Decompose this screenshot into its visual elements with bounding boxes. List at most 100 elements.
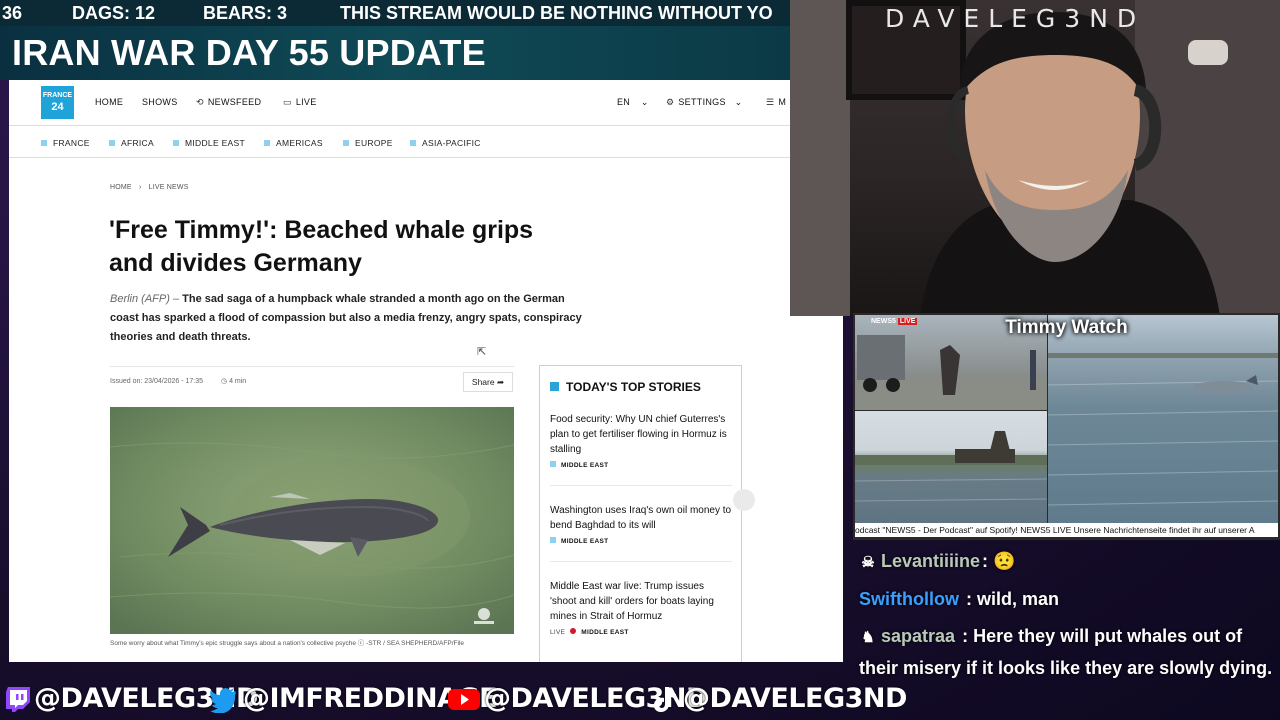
ticker-dags: DAGS: 12 [72,3,156,23]
story-title: Washington uses Iraq's own oil money to … [550,505,732,531]
article-dateline: Berlin (AFP) – [110,293,180,305]
nav-menu[interactable]: ☰ M [766,97,786,108]
share-label: Share [471,377,495,387]
story-item[interactable]: Washington uses Iraq's own oil money to … [550,503,732,545]
badge-icon: ♞ [861,629,875,646]
region-item[interactable]: AFRICA [109,138,154,148]
history-icon: ⟲ [196,97,204,107]
ticker-count: 36 [2,3,23,23]
site-navbar: FRANCE 24 HOME SHOWS ⟲ NEWSFEED ▭ LIVE EN … [9,80,790,126]
tiktok-icon [653,687,676,712]
story-tag: LIVE MIDDLE EAST [550,628,629,636]
nav-settings-label: SETTINGS [678,97,726,107]
nav-live-label: LIVE [295,97,317,107]
hamburger-icon: ☰ [766,97,775,107]
chat-text: 😟 [993,551,1016,571]
language-label: EN [617,97,631,107]
chat-text: wild, man [977,589,1060,609]
read-time-label: 4 min [229,378,247,385]
story-item[interactable]: Food security: Why UN chief Guterres's p… [550,412,732,469]
region-item[interactable]: AMERICAS [264,138,323,148]
divider [110,366,514,367]
browser-window-edge [733,316,843,662]
chevron-right-icon: › [138,184,142,191]
chevron-down-icon: ⌄ [734,97,743,107]
timmy-watch-title: Timmy Watch [1005,317,1128,338]
webcam-feed: DAVELEG3ND [790,0,1280,316]
logo-line1: FRANCE [42,92,73,99]
france24-logo[interactable]: FRANCE 24 [41,86,74,119]
language-select[interactable]: EN ⌄ [617,97,649,108]
chevron-down-icon: ⌄ [640,97,649,107]
nav-live[interactable]: ▭ LIVE [283,97,317,108]
top-stories-heading: TODAY'S TOP STORIES [550,380,701,394]
chat-message: Swifthollow : wild, man [859,584,1277,614]
heading-square [550,382,559,391]
divider [550,485,732,486]
region-item[interactable]: FRANCE [41,138,90,148]
region-item[interactable]: MIDDLE EAST [173,138,245,148]
story-item[interactable]: Middle East war live: Trump issues 'shoo… [550,579,732,636]
twitter-icon [210,688,236,713]
read-time: ◷ 4 min [221,377,246,385]
chat-panel: ☠ Levantiiiine: 😟 Swifthollow : wild, man… [853,540,1280,720]
news-ticker: odcast "NEWS5 - Der Podcast" auf Spotify… [855,523,1278,537]
breadcrumb-section[interactable]: LIVE NEWS [149,184,189,191]
tv-icon: ▭ [283,97,292,107]
region-nav: FRANCE AFRICA MIDDLE EAST AMERICAS EUROP… [9,126,790,158]
nav-settings[interactable]: ⚙ SETTINGS ⌄ [666,97,742,108]
breadcrumb-home[interactable]: HOME [110,184,132,191]
chat-username[interactable]: sapatraa [881,626,955,646]
gear-icon: ⚙ [666,97,675,107]
camera-view-sea [1047,315,1279,523]
nav-menu-label: M [778,97,787,107]
article-lede-text: The sad saga of a humpback whale strande… [110,293,582,343]
story-tag: MIDDLE EAST [550,461,732,469]
nav-newsfeed[interactable]: ⟲ NEWSFEED [196,97,261,108]
breadcrumb: HOME › LIVE NEWS [110,184,189,191]
mouse-cursor: ⇱ [477,346,487,358]
socials-bar: @DAVELEG3ND @IMFREDDINAGE @DAVELEG3ND @D… [0,677,907,720]
whale-image [110,407,514,634]
stream-overlay: 36 DAGS: 12 BEARS: 3 THIS STREAM WOULD B… [0,0,1280,720]
browser-window: FRANCE 24 HOME SHOWS ⟲ NEWSFEED ▭ LIVE EN … [9,80,790,662]
chat-username[interactable]: Levantiiiine [881,551,980,571]
chat-separator: : [966,589,972,609]
story-tag: MIDDLE EAST [550,537,732,545]
chat-username[interactable]: Swifthollow [859,589,959,609]
chat-message: ☠ Levantiiiine: 😟 [859,546,1277,578]
ticker-message: THIS STREAM WOULD BE NOTHING WITHOUT YO [340,3,773,23]
chat-message: ♞ sapatraa : Here they will put whales ou… [859,621,1277,683]
chat-separator: : [982,551,989,571]
issued-date: Issued on: 23/04/2026 - 17:35 [110,378,204,385]
region-item[interactable]: ASIA-PACIFIC [410,138,481,148]
story-title: Middle East war live: Trump issues 'shoo… [550,581,714,622]
logo-line2: 24 [51,101,64,113]
region-item[interactable]: EUROPE [343,138,393,148]
streamer-name: DAVELEG3ND [885,4,1146,33]
article-title: 'Free Timmy!': Beached whale grips and d… [109,216,534,277]
scroll-indicator [733,489,755,511]
clock-icon: ◷ [221,378,228,385]
nav-shows[interactable]: SHOWS [142,97,178,107]
nav-home[interactable]: HOME [95,97,123,107]
share-button[interactable]: Share ➦ [463,372,513,392]
youtube-icon [448,689,480,710]
timmy-watch-panel: NEWS5 LIVE Timmy Watch odcast "NEWS5 - D… [853,313,1280,540]
photo-caption: Some worry about what Timmy's epic strug… [110,640,464,647]
divider [550,561,732,562]
live-label: LIVE [550,629,566,636]
twitch-icon [6,687,30,712]
live-dot-icon [570,628,577,634]
chat-separator: : [962,626,969,646]
top-stories-panel: TODAY'S TOP STORIES Food security: Why U… [539,365,742,662]
top-ticker: 36 DAGS: 12 BEARS: 3 THIS STREAM WOULD B… [0,0,790,26]
article-photo [110,407,514,634]
headline-banner: IRAN WAR DAY 55 UPDATE [0,26,790,80]
share-icon: ➦ [496,377,505,387]
streamer-image [920,12,1228,316]
article-lede: Berlin (AFP) – The sad saga of a humpbac… [110,290,590,347]
tiktok-handle[interactable]: @DAVELEG3ND [683,683,907,714]
ticker-bears: BEARS: 3 [203,3,288,23]
nav-newsfeed-label: NEWSFEED [207,97,262,107]
